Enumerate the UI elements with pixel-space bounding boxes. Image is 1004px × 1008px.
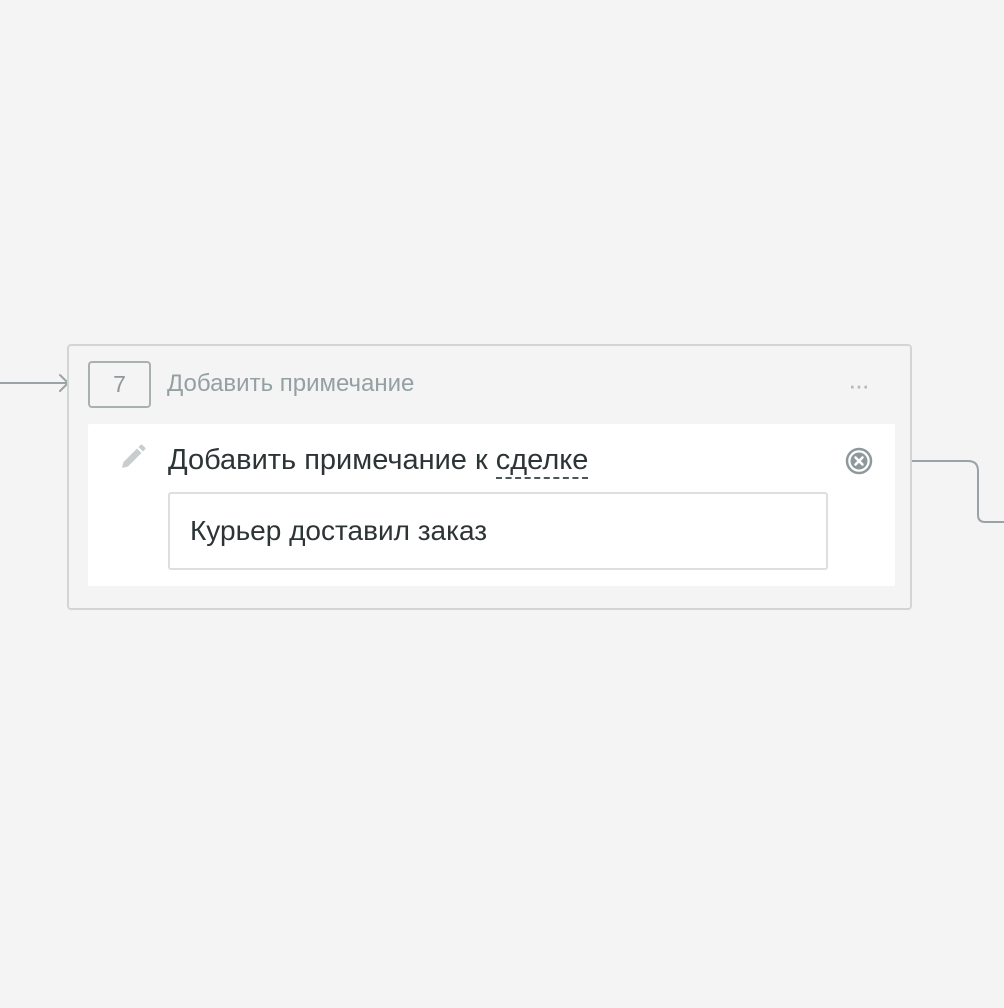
remove-circle-x-icon[interactable] (844, 446, 874, 476)
workflow-canvas: 7 Добавить примечание ··· Добавить приме… (0, 0, 1004, 1008)
step-number-badge: 7 (88, 361, 151, 408)
note-text-field[interactable]: Курьер доставил заказ (168, 492, 828, 570)
pencil-icon (122, 444, 146, 468)
incoming-connector-arrow (0, 374, 69, 392)
entity-type-link[interactable]: сделке (495, 444, 589, 479)
action-settings-panel: Добавить примечание к сделке Курьер дост… (88, 424, 895, 586)
step-title: Добавить примечание (167, 370, 415, 397)
action-description: Добавить примечание к сделке (168, 441, 589, 479)
more-options-button[interactable]: ··· (841, 370, 875, 400)
workflow-step-card[interactable]: 7 Добавить примечание ··· Добавить приме… (67, 344, 912, 610)
action-label-prefix: Добавить примечание к (168, 444, 488, 476)
